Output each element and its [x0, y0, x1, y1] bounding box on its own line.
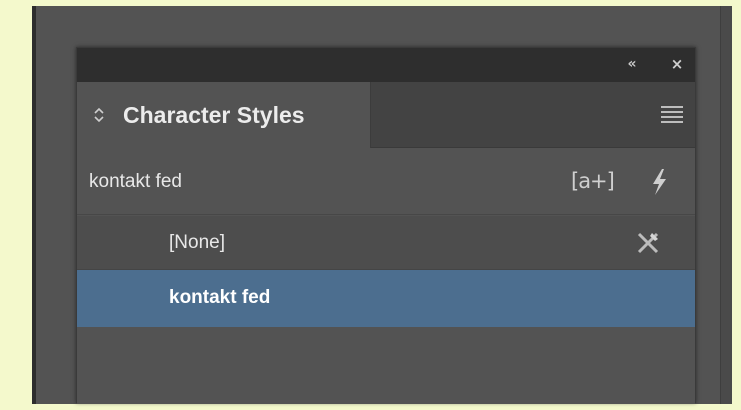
tab-expand-arrows-icon[interactable]	[93, 105, 105, 125]
style-label: kontakt fed	[169, 287, 271, 308]
panel-title-bar[interactable]: « ×	[77, 48, 695, 82]
app-left-edge	[32, 6, 36, 404]
styles-list: [None] kontakt fed	[77, 216, 695, 404]
close-panel-icon[interactable]: ×	[669, 56, 685, 72]
tab-label: Character Styles	[123, 102, 305, 128]
style-label: [None]	[169, 232, 225, 253]
clear-override-icon[interactable]	[633, 228, 663, 258]
list-item-selected[interactable]: kontakt fed	[77, 270, 695, 327]
panel-menu-icon[interactable]	[661, 106, 683, 124]
list-item[interactable]: [None]	[77, 216, 695, 270]
tab-character-styles[interactable]: Character Styles	[77, 82, 371, 148]
panel-tab-strip: Character Styles	[77, 82, 695, 148]
create-new-style-button[interactable]: [a+]	[571, 167, 615, 195]
up-down-arrows-icon	[94, 107, 104, 123]
character-styles-panel: « × Character Styles kontakt fed [a+] [N…	[76, 47, 696, 404]
current-style-row: kontakt fed [a+]	[77, 149, 695, 215]
lightning-icon[interactable]	[645, 167, 673, 197]
current-style-name: kontakt fed	[89, 171, 182, 192]
app-scrollbar[interactable]	[720, 6, 732, 404]
collapse-panel-icon[interactable]: «	[621, 56, 641, 72]
